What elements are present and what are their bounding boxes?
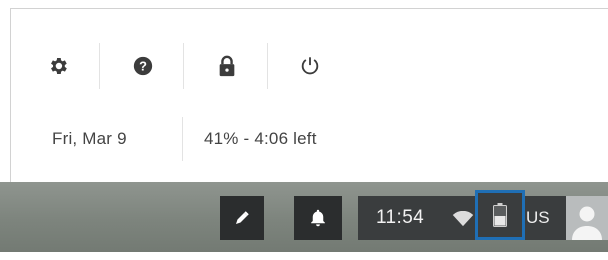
battery-icon (493, 203, 507, 227)
notifications-button[interactable] (294, 196, 342, 240)
person-icon (572, 206, 602, 240)
quick-settings-info-row: Fri, Mar 9 41% - 4:06 left (11, 113, 608, 163)
bell-icon (311, 209, 325, 227)
shelf: 11:54 US (0, 182, 608, 252)
lock-icon[interactable] (202, 41, 252, 91)
battery-status-label[interactable]: 41% - 4:06 left (204, 129, 317, 149)
user-avatar[interactable] (566, 196, 608, 240)
status-tray[interactable]: 11:54 US (358, 190, 608, 240)
help-question-icon[interactable]: ? (118, 41, 168, 91)
svg-text:?: ? (139, 59, 147, 74)
stylus-button[interactable] (220, 196, 264, 240)
date-label[interactable]: Fri, Mar 9 (52, 129, 127, 149)
info-divider (182, 117, 183, 161)
input-method-label[interactable]: US (526, 208, 550, 228)
icon-divider (183, 43, 184, 89)
power-icon[interactable] (285, 41, 335, 91)
pen-icon (236, 211, 249, 224)
settings-gear-icon[interactable] (33, 41, 83, 91)
icon-divider (267, 43, 268, 89)
wifi-icon (452, 211, 474, 227)
icon-divider (99, 43, 100, 89)
quick-settings-icon-row: ? (11, 31, 608, 101)
battery-icon-highlight[interactable] (475, 190, 525, 240)
clock-time[interactable]: 11:54 (376, 207, 424, 229)
quick-settings-panel: ? Fri, Mar 9 41% - 4:06 left (10, 8, 608, 182)
